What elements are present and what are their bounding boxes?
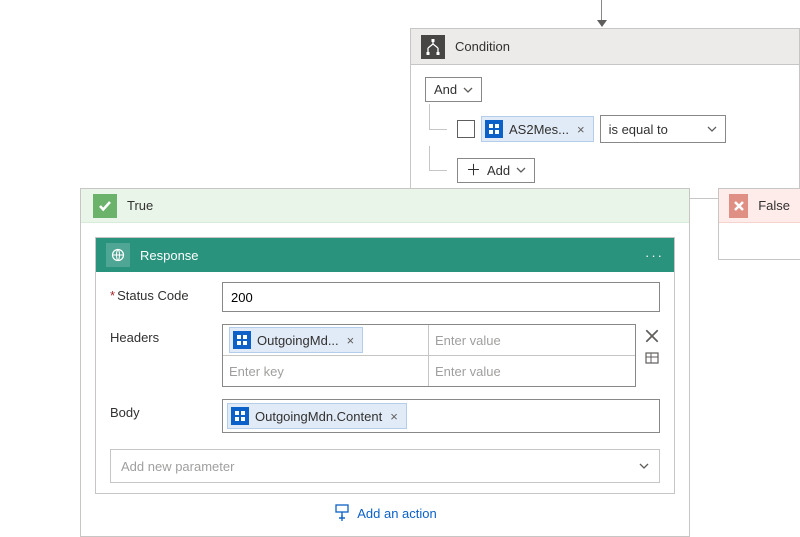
condition-row-checkbox[interactable] bbox=[457, 120, 475, 138]
condition-add-button[interactable]: ＋ Add bbox=[457, 158, 535, 183]
token-label: OutgoingMd... bbox=[257, 333, 339, 348]
x-icon bbox=[729, 194, 748, 218]
status-code-label: *Status Code bbox=[110, 282, 222, 303]
add-action-label: Add an action bbox=[357, 506, 437, 521]
as2-token-icon bbox=[233, 331, 251, 349]
true-title: True bbox=[127, 198, 153, 213]
condition-icon bbox=[421, 35, 445, 59]
tree-connector bbox=[425, 156, 451, 184]
condition-value-token[interactable]: AS2Mes... × bbox=[481, 116, 594, 142]
chevron-down-icon bbox=[639, 461, 649, 471]
tree-connector bbox=[425, 112, 451, 146]
token-remove-icon[interactable]: × bbox=[388, 409, 400, 424]
switch-headers-mode-icon[interactable] bbox=[644, 350, 660, 369]
token-remove-icon[interactable]: × bbox=[575, 122, 587, 137]
remove-header-row-icon[interactable] bbox=[644, 328, 660, 344]
add-action-icon bbox=[333, 504, 351, 522]
false-branch-card: False bbox=[718, 188, 800, 260]
checkmark-icon bbox=[93, 194, 117, 218]
condition-operator-dropdown[interactable]: And bbox=[425, 77, 482, 102]
false-title: False bbox=[758, 198, 790, 213]
condition-card: Condition And AS2Mes... × is equal to bbox=[410, 28, 800, 199]
header-value-cell[interactable]: Enter value bbox=[429, 325, 635, 356]
token-label: OutgoingMdn.Content bbox=[255, 409, 382, 424]
globe-icon bbox=[106, 243, 130, 267]
condition-header[interactable]: Condition bbox=[411, 29, 799, 65]
header-key-cell[interactable]: Enter key bbox=[223, 356, 429, 386]
comparator-label: is equal to bbox=[609, 122, 668, 137]
as2-token-icon bbox=[485, 120, 503, 138]
plus-icon: ＋ bbox=[466, 163, 481, 178]
more-menu-icon[interactable]: ··· bbox=[645, 248, 664, 263]
header-value-cell[interactable]: Enter value bbox=[429, 356, 635, 386]
body-content-token[interactable]: OutgoingMdn.Content × bbox=[227, 403, 407, 429]
true-branch-card: True Response ··· *Status Code Headers bbox=[80, 188, 690, 537]
false-branch-header[interactable]: False bbox=[719, 189, 800, 223]
token-remove-icon[interactable]: × bbox=[345, 333, 357, 348]
body-label: Body bbox=[110, 399, 222, 420]
headers-label: Headers bbox=[110, 324, 222, 345]
header-key-cell[interactable]: OutgoingMd... × bbox=[223, 325, 429, 356]
add-parameter-label: Add new parameter bbox=[121, 459, 234, 474]
add-action-button[interactable]: Add an action bbox=[81, 494, 689, 536]
true-branch-header[interactable]: True bbox=[81, 189, 689, 223]
key-placeholder: Enter key bbox=[229, 364, 284, 379]
flow-arrow-down bbox=[595, 0, 609, 28]
value-placeholder: Enter value bbox=[435, 364, 501, 379]
status-code-input[interactable] bbox=[222, 282, 660, 312]
add-label: Add bbox=[487, 163, 510, 178]
response-card: Response ··· *Status Code Headers bbox=[95, 237, 675, 494]
response-title: Response bbox=[140, 248, 199, 263]
chevron-down-icon bbox=[463, 85, 473, 95]
condition-title: Condition bbox=[455, 39, 510, 54]
condition-operator-label: And bbox=[434, 82, 457, 97]
response-header[interactable]: Response ··· bbox=[96, 238, 674, 272]
body-input[interactable]: OutgoingMdn.Content × bbox=[222, 399, 660, 433]
token-label: AS2Mes... bbox=[509, 122, 569, 137]
chevron-down-icon bbox=[516, 165, 526, 175]
value-placeholder: Enter value bbox=[435, 333, 501, 348]
add-parameter-dropdown[interactable]: Add new parameter bbox=[110, 449, 660, 483]
condition-comparator-dropdown[interactable]: is equal to bbox=[600, 115, 726, 143]
header-key-token[interactable]: OutgoingMd... × bbox=[229, 327, 363, 353]
chevron-down-icon bbox=[707, 124, 717, 134]
headers-table: OutgoingMd... × Enter value Enter key En… bbox=[222, 324, 636, 387]
as2-token-icon bbox=[231, 407, 249, 425]
